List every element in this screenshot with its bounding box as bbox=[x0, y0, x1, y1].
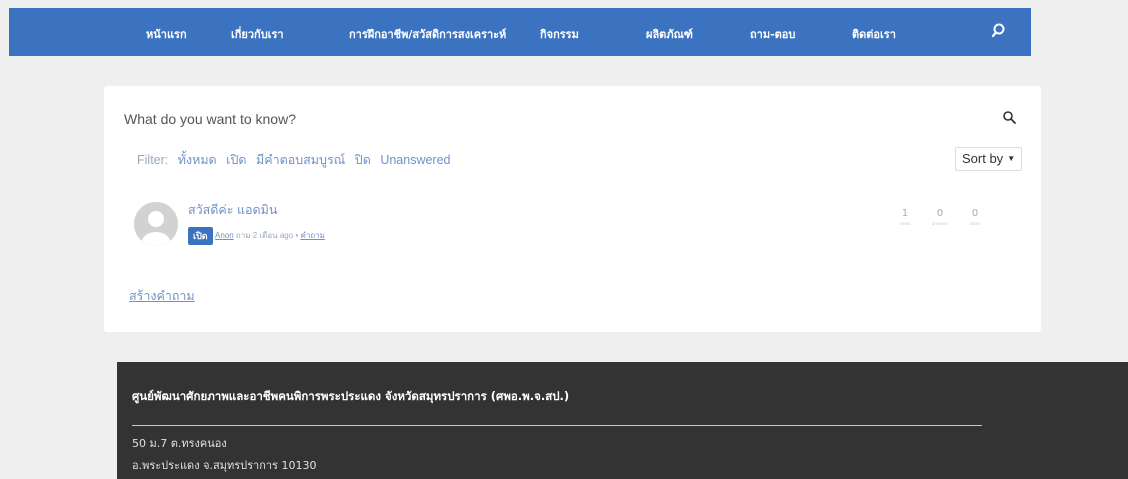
filter-option-closed[interactable]: ปิด bbox=[355, 153, 371, 167]
search-icon[interactable] bbox=[1002, 110, 1017, 125]
stat-answers-label: answers bbox=[931, 221, 949, 226]
stat-votes-label: votes bbox=[969, 221, 981, 226]
footer-title: ศูนย์พัฒนาศักยภาพและอาชีพคนพิการพระประแด… bbox=[132, 389, 570, 403]
nav-item-home[interactable]: หน้าแรก bbox=[146, 25, 187, 43]
nav-item-about[interactable]: เกี่ยวกับเรา bbox=[231, 25, 284, 43]
stat-answers-value: 0 bbox=[936, 208, 944, 219]
stat-answers: 0 answers bbox=[920, 208, 960, 226]
question-meta: Anon ถาม 2 เดือน ago • คำถาม bbox=[215, 229, 325, 242]
footer-address-line2: อ.พระประแดง จ.สมุทรปราการ 10130 bbox=[132, 459, 317, 472]
sort-label: Sort by bbox=[962, 151, 1004, 166]
search-icon[interactable] bbox=[991, 22, 1009, 40]
user-silhouette-icon bbox=[134, 202, 178, 246]
filter-label: Filter: bbox=[137, 153, 169, 167]
filter-option-open[interactable]: เปิด bbox=[226, 153, 246, 167]
question-title-link[interactable]: สวัสดีค่ะ แอดมิน bbox=[188, 200, 277, 220]
sort-dropdown[interactable]: Sort by ▼ bbox=[955, 147, 1023, 171]
footer: ศูนย์พัฒนาศักยภาพและอาชีพคนพิการพระประแด… bbox=[117, 362, 1128, 479]
stat-votes-value: 0 bbox=[971, 208, 979, 219]
nav-item-products[interactable]: ผลิตภัณฑ์ bbox=[646, 25, 693, 43]
author-link[interactable]: Anon bbox=[215, 231, 234, 240]
question-search-input[interactable] bbox=[124, 108, 984, 130]
question-meta-text: ถาม 2 เดือน ago • bbox=[235, 231, 299, 240]
filter-option-all[interactable]: ทั้งหมด bbox=[178, 153, 217, 167]
filter-bar: Filter: ทั้งหมด เปิด มีคำตอบสมบูรณ์ ปิด … bbox=[137, 150, 457, 170]
category-link[interactable]: คำถาม bbox=[300, 231, 324, 240]
stat-views-label: views bbox=[899, 221, 911, 226]
filter-option-unanswered[interactable]: Unanswered bbox=[380, 153, 450, 167]
nav-item-training[interactable]: การฝึกอาชีพ/สวัสดิการสงเคราะห์ bbox=[349, 25, 506, 43]
stat-views-value: 1 bbox=[901, 208, 909, 219]
footer-address-line1: 50 ม.7 ต.ทรงคนอง bbox=[132, 437, 227, 450]
stat-votes: 0 votes bbox=[955, 208, 995, 226]
caret-down-icon: ▼ bbox=[1007, 154, 1016, 163]
questions-panel: Filter: ทั้งหมด เปิด มีคำตอบสมบูรณ์ ปิด … bbox=[104, 86, 1041, 332]
create-question-link[interactable]: สร้างคำถาม bbox=[129, 286, 195, 306]
filter-option-resolved[interactable]: มีคำตอบสมบูรณ์ bbox=[256, 153, 345, 167]
avatar bbox=[134, 202, 178, 246]
nav-item-activities[interactable]: กิจกรรม bbox=[540, 25, 579, 43]
status-badge: เปิด bbox=[188, 227, 213, 245]
nav-item-contact[interactable]: ติดต่อเรา bbox=[852, 25, 896, 43]
footer-divider bbox=[132, 425, 982, 426]
nav-item-qa[interactable]: ถาม-ตอบ bbox=[750, 25, 795, 43]
stat-views: 1 views bbox=[885, 208, 925, 226]
top-navbar: หน้าแรก เกี่ยวกับเรา การฝึกอาชีพ/สวัสดิก… bbox=[9, 8, 1031, 56]
